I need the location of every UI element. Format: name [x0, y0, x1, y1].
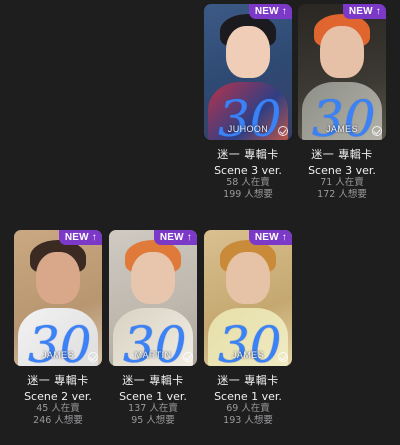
selling-count: 58 人在賣: [226, 177, 270, 188]
wanting-count: 193 人想要: [223, 415, 273, 426]
check-circle-icon[interactable]: [278, 352, 288, 362]
card-title: 迷一 專輯卡: [27, 374, 89, 387]
card-title: 迷一 專輯卡: [217, 148, 279, 161]
photocard-image[interactable]: NEW ↑ 30 JAMES: [298, 4, 386, 140]
card-version: Scene 3 ver.: [214, 164, 282, 177]
photocard-item[interactable]: NEW ↑ 30 MARTIN 迷一 專輯卡 Scene 1 ver. 137 …: [109, 230, 197, 427]
check-circle-icon[interactable]: [183, 352, 193, 362]
card-version: Scene 1 ver.: [214, 390, 282, 403]
new-badge: NEW ↑: [153, 230, 197, 245]
wanting-count: 172 人想要: [317, 189, 367, 200]
new-badge: NEW ↑: [248, 4, 292, 19]
photocard-image[interactable]: NEW ↑ 30 JUHOON: [204, 4, 292, 140]
selling-count: 69 人在賣: [226, 403, 270, 414]
photocard-item[interactable]: NEW ↑ 30 JAMES 迷一 專輯卡 Scene 3 ver. 71 人在…: [298, 4, 386, 201]
photocard-image[interactable]: NEW ↑ 30 MARTIN: [109, 230, 197, 366]
photocard-item[interactable]: NEW ↑ 30 JAMES 迷一 專輯卡 Scene 1 ver. 69 人在…: [204, 230, 292, 427]
new-badge: NEW ↑: [58, 230, 102, 245]
photocard-item[interactable]: NEW ↑ 30 JAMES 迷一 專輯卡 Scene 2 ver. 45 人在…: [14, 230, 102, 427]
card-title: 迷一 專輯卡: [311, 148, 373, 161]
photocard-item[interactable]: NEW ↑ 30 JUHOON 迷一 專輯卡 Scene 3 ver. 58 人…: [204, 4, 292, 201]
photocard-image[interactable]: NEW ↑ 30 JAMES: [204, 230, 292, 366]
card-version: Scene 3 ver.: [308, 164, 376, 177]
card-version: Scene 2 ver.: [24, 390, 92, 403]
new-badge: NEW ↑: [342, 4, 386, 19]
selling-count: 71 人在賣: [320, 177, 364, 188]
new-badge: NEW ↑: [248, 230, 292, 245]
check-circle-icon[interactable]: [372, 126, 382, 136]
card-version: Scene 1 ver.: [119, 390, 187, 403]
photocard-image[interactable]: NEW ↑ 30 JAMES: [14, 230, 102, 366]
wanting-count: 199 人想要: [223, 189, 273, 200]
card-title: 迷一 專輯卡: [217, 374, 279, 387]
selling-count: 45 人在賣: [36, 403, 80, 414]
check-circle-icon[interactable]: [278, 126, 288, 136]
wanting-count: 95 人想要: [131, 415, 175, 426]
selling-count: 137 人在賣: [128, 403, 178, 414]
card-title: 迷一 專輯卡: [122, 374, 184, 387]
wanting-count: 246 人想要: [33, 415, 83, 426]
check-circle-icon[interactable]: [88, 352, 98, 362]
